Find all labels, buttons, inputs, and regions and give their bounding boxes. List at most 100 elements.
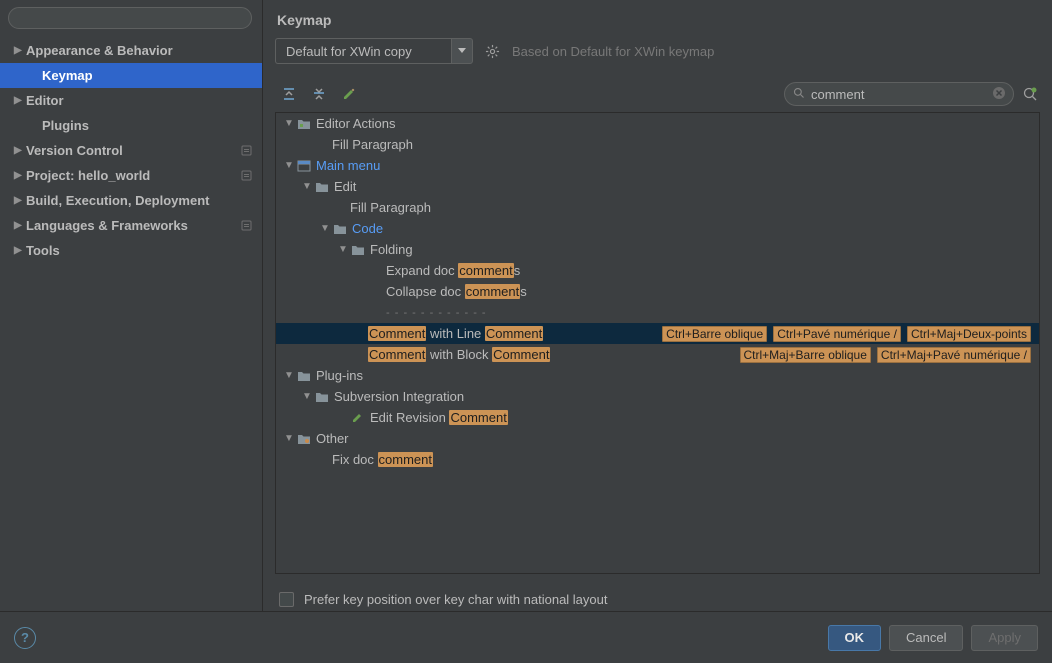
- folder-icon: [350, 244, 366, 256]
- chevron-right-icon: ▶: [14, 145, 26, 156]
- clear-filter-icon[interactable]: [992, 86, 1006, 100]
- tree-toggle-icon[interactable]: ▼: [318, 223, 332, 234]
- shortcut-badge: Ctrl+Barre oblique: [662, 326, 767, 342]
- folder-icon: [314, 391, 330, 403]
- shortcut-badge: Ctrl+Maj+Deux-points: [907, 326, 1031, 342]
- prefer-position-checkbox[interactable]: [279, 592, 294, 607]
- sidebar-item-label: Tools: [26, 243, 60, 258]
- tree-row-label: Expand doc comments: [386, 263, 520, 278]
- expand-all-icon[interactable]: [281, 86, 297, 102]
- tree-row-label: Collapse doc comments: [386, 284, 527, 299]
- dialog-footer: ? OK Cancel Apply: [0, 611, 1052, 663]
- folder-icon: [314, 181, 330, 193]
- folder-icon: [332, 223, 348, 235]
- collapse-all-icon[interactable]: [311, 86, 327, 102]
- sidebar-item-label: Project: hello_world: [26, 168, 150, 183]
- sidebar-item-tools[interactable]: ▶Tools: [0, 238, 262, 263]
- shortcut-list: Ctrl+Barre oblique Ctrl+Pavé numérique / C…: [662, 326, 1031, 342]
- tree-row[interactable]: ▼ Folding: [276, 239, 1039, 260]
- project-badge-icon: [241, 170, 252, 181]
- folder-actions-icon: [296, 118, 312, 130]
- tree-row[interactable]: ▼Main menu: [276, 155, 1039, 176]
- apply-button[interactable]: Apply: [971, 625, 1038, 651]
- tree-row-label: Edit: [334, 179, 356, 194]
- tree-toggle-icon[interactable]: ▼: [282, 433, 296, 444]
- tree-row[interactable]: ▼ Code: [276, 218, 1039, 239]
- tree-toggle-icon[interactable]: ▼: [336, 244, 350, 255]
- help-icon[interactable]: ?: [14, 627, 36, 649]
- sidebar-item-appearance-behavior[interactable]: ▶Appearance & Behavior: [0, 38, 262, 63]
- tree-filter-input[interactable]: [784, 82, 1014, 106]
- tree-toggle-icon[interactable]: ▼: [300, 391, 314, 402]
- tree-toggle-icon[interactable]: ▼: [282, 160, 296, 171]
- tree-row[interactable]: Edit Revision Comment: [276, 407, 1039, 428]
- tree-row[interactable]: Fill Paragraph: [276, 134, 1039, 155]
- sidebar-item-version-control[interactable]: ▶Version Control: [0, 138, 262, 163]
- tree-row[interactable]: - - - - - - - - - - - -: [276, 302, 1039, 323]
- tree-row[interactable]: Collapse doc comments: [276, 281, 1039, 302]
- tree-row[interactable]: ▼Other: [276, 428, 1039, 449]
- shortcut-badge: Ctrl+Maj+Barre oblique: [740, 347, 871, 363]
- tree-row-label: Subversion Integration: [334, 389, 464, 404]
- prefer-position-row: Prefer key position over key char with n…: [275, 580, 1040, 611]
- sidebar-item-languages-frameworks[interactable]: ▶Languages & Frameworks: [0, 213, 262, 238]
- sidebar-item-label: Languages & Frameworks: [26, 218, 188, 233]
- tree-row-label: Folding: [370, 242, 413, 257]
- tree-row[interactable]: Fill Paragraph: [276, 197, 1039, 218]
- tree-row-label: Plug-ins: [316, 368, 363, 383]
- tree-row[interactable]: Comment with Line Comment Ctrl+Barre obli…: [276, 323, 1039, 344]
- tree-row-label: Comment with Line Comment: [368, 326, 543, 341]
- chevron-right-icon: ▶: [14, 170, 26, 181]
- chevron-right-icon: ▶: [14, 245, 26, 256]
- tree-row[interactable]: ▼ Editor Actions: [276, 113, 1039, 134]
- sidebar-nav: ▶Appearance & BehaviorKeymap▶EditorPlugi…: [0, 32, 262, 263]
- keymap-dropdown[interactable]: Default for XWin copy: [275, 38, 473, 64]
- sidebar-item-plugins[interactable]: Plugins: [0, 113, 262, 138]
- based-on-label: Based on Default for XWin keymap: [512, 44, 714, 59]
- sidebar-item-label: Keymap: [42, 68, 93, 83]
- project-badge-icon: [241, 145, 252, 156]
- chevron-right-icon: ▶: [14, 95, 26, 106]
- tree-row-label: Editor Actions: [316, 116, 396, 131]
- settings-sidebar: ▶Appearance & BehaviorKeymap▶EditorPlugi…: [0, 0, 263, 611]
- sidebar-search-wrap: [8, 7, 254, 29]
- sidebar-item-label: Appearance & Behavior: [26, 43, 173, 58]
- keymap-dropdown-value: Default for XWin copy: [275, 38, 451, 64]
- find-by-shortcut-icon[interactable]: [1022, 86, 1038, 102]
- tree-toggle-icon[interactable]: ▼: [282, 370, 296, 381]
- sidebar-item-editor[interactable]: ▶Editor: [0, 88, 262, 113]
- tree-toggle-icon[interactable]: ▼: [282, 118, 296, 129]
- prefer-position-label: Prefer key position over key char with n…: [304, 592, 608, 607]
- sidebar-item-label: Version Control: [26, 143, 123, 158]
- pencil-icon: [350, 412, 366, 424]
- ok-button[interactable]: OK: [828, 625, 882, 651]
- gear-icon[interactable]: [481, 44, 504, 59]
- sidebar-item-project-hello-world[interactable]: ▶Project: hello_world: [0, 163, 262, 188]
- sidebar-item-keymap[interactable]: Keymap: [0, 63, 262, 88]
- tree-row[interactable]: ▼ Plug-ins: [276, 365, 1039, 386]
- cancel-button[interactable]: Cancel: [889, 625, 963, 651]
- sidebar-item-build-execution-deployment[interactable]: ▶Build, Execution, Deployment: [0, 188, 262, 213]
- sidebar-item-label: Build, Execution, Deployment: [26, 193, 209, 208]
- tree-row-label: Fix doc comment: [332, 452, 433, 467]
- tree-row[interactable]: Fix doc comment: [276, 449, 1039, 470]
- tree-row[interactable]: Expand doc comments: [276, 260, 1039, 281]
- sidebar-search-input[interactable]: [8, 7, 252, 29]
- tree-row[interactable]: ▼ Edit: [276, 176, 1039, 197]
- keymap-selector-row: Default for XWin copy Based on Default f…: [275, 38, 1040, 72]
- tree-row-label: Fill Paragraph: [350, 200, 431, 215]
- folder-icon: [296, 370, 312, 382]
- sidebar-item-label: Editor: [26, 93, 64, 108]
- edit-shortcut-icon[interactable]: [341, 86, 357, 102]
- shortcut-badge: Ctrl+Pavé numérique /: [773, 326, 901, 342]
- tree-row[interactable]: ▼ Subversion Integration: [276, 386, 1039, 407]
- content-pane: Keymap Default for XWin copy Based on De…: [263, 0, 1052, 611]
- chevron-right-icon: ▶: [14, 45, 26, 56]
- tree-toggle-icon[interactable]: ▼: [300, 181, 314, 192]
- tree-toolbar: [275, 72, 1040, 112]
- tree-row-label: Code: [352, 221, 383, 236]
- keymap-tree[interactable]: ▼Editor ActionsFill Paragraph▼Main menu▼…: [275, 112, 1040, 574]
- sidebar-item-label: Plugins: [42, 118, 89, 133]
- tree-row[interactable]: Comment with Block CommentCtrl+Maj+Barre…: [276, 344, 1039, 365]
- keymap-dropdown-button[interactable]: [451, 38, 473, 64]
